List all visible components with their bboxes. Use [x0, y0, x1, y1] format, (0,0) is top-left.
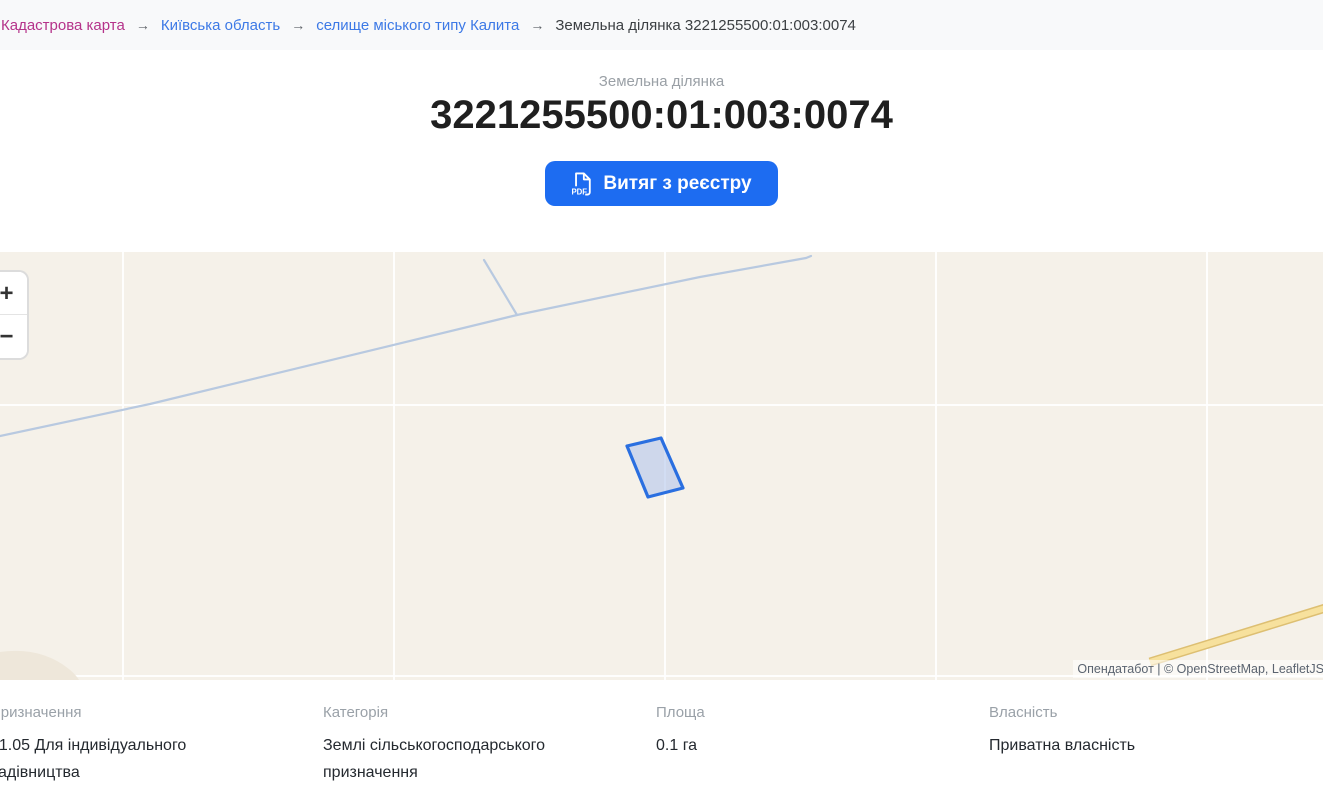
- field-purpose-value: 01.05 Для індивідуального садівництва: [0, 732, 252, 786]
- parcel-subtitle: Земельна ділянка: [0, 73, 1323, 90]
- field-ownership-label: Власність: [989, 704, 1322, 721]
- parcel-polygon[interactable]: [627, 438, 683, 497]
- landuse-patch: [0, 651, 79, 680]
- stream-line: [0, 256, 811, 436]
- map-zoom-control: + −: [0, 270, 29, 360]
- field-category-label: Категорія: [323, 704, 656, 721]
- pdf-file-icon: PDF: [571, 171, 593, 197]
- breadcrumb-current-parcel: Земельна ділянка 3221255500:01:003:0074: [555, 17, 856, 34]
- map-attribution[interactable]: Опендатабот | © OpenStreetMap, LeafletJS: [1073, 660, 1323, 678]
- leaflet-map[interactable]: + − Опендатабот | © OpenStreetMap, Leafl…: [0, 252, 1323, 680]
- field-purpose-label: Призначення: [0, 704, 323, 721]
- field-ownership-value: Приватна власність: [989, 732, 1251, 759]
- map-layers: [0, 252, 1323, 680]
- field-purpose: Призначення 01.05 Для індивідуального са…: [0, 704, 323, 786]
- field-category: Категорія Землі сільськогосподарського п…: [323, 704, 656, 786]
- field-area-value: 0.1 га: [656, 732, 918, 759]
- svg-text:PDF: PDF: [572, 187, 588, 196]
- field-area: Площа 0.1 га: [656, 704, 989, 786]
- parcel-number-title: 3221255500:01:003:0074: [0, 92, 1323, 138]
- zoom-out-button[interactable]: −: [0, 315, 27, 358]
- field-category-value: Землі сільськогосподарського призначення: [323, 732, 585, 786]
- zoom-in-button[interactable]: +: [0, 272, 27, 315]
- breadcrumb-arrow-icon: →: [291, 17, 305, 33]
- registry-extract-button-label: Витяг з реєстру: [603, 173, 751, 195]
- field-area-label: Площа: [656, 704, 989, 721]
- breadcrumb: Кадастрова карта → Київська область → се…: [0, 0, 1323, 50]
- breadcrumb-arrow-icon: →: [136, 17, 150, 33]
- registry-extract-button[interactable]: PDF Витяг з реєстру: [545, 161, 777, 206]
- breadcrumb-arrow-icon: →: [530, 17, 544, 33]
- breadcrumb-link-settlement[interactable]: селище міського типу Калита: [316, 17, 519, 34]
- road-line: [1150, 606, 1323, 662]
- page-header: Земельна ділянка 3221255500:01:003:0074 …: [0, 50, 1323, 252]
- breadcrumb-link-region[interactable]: Київська область: [161, 17, 280, 34]
- field-ownership: Власність Приватна власність: [989, 704, 1322, 786]
- breadcrumb-link-cadastral-map[interactable]: Кадастрова карта: [1, 17, 125, 34]
- parcel-details: Призначення 01.05 Для індивідуального са…: [0, 680, 1323, 786]
